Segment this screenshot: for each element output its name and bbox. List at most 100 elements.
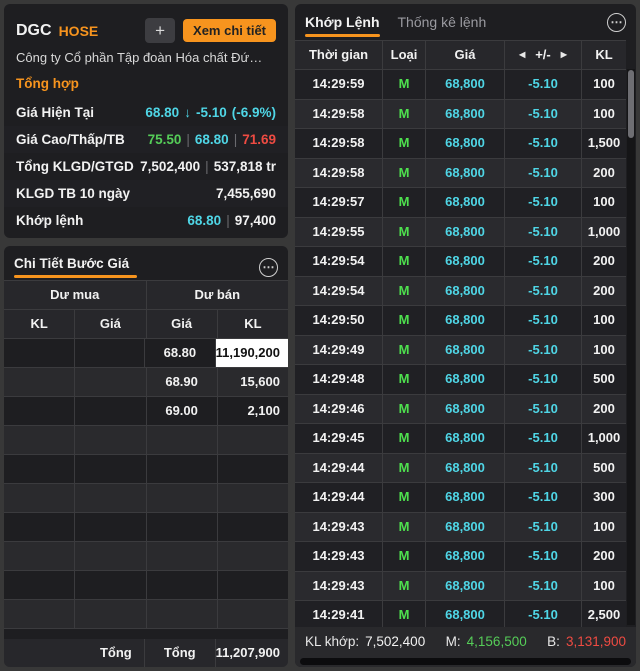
buy-price-cell[interactable] bbox=[75, 571, 145, 599]
add-to-watchlist-button[interactable]: + bbox=[145, 18, 175, 43]
trade-price: 68,800 bbox=[426, 513, 504, 542]
sell-volume-cell[interactable] bbox=[218, 600, 288, 628]
sell-price-cell[interactable] bbox=[147, 426, 217, 454]
trade-price: 68,800 bbox=[426, 572, 504, 601]
trade-row[interactable]: 14:29:50 M 68,800 -5.10 100 bbox=[295, 306, 626, 336]
trade-time: 14:29:55 bbox=[295, 218, 382, 247]
trade-row[interactable]: 14:29:41 M 68,800 -5.10 2,500 bbox=[295, 601, 626, 627]
company-name: Công ty Cổ phần Tập đoàn Hóa chất Đứ… bbox=[4, 45, 288, 67]
trades-rows: 14:29:59 M 68,800 -5.10 100 14:29:58 M 6… bbox=[295, 70, 636, 627]
buy-price-cell[interactable] bbox=[75, 397, 145, 425]
arrow-left-icon[interactable]: ◀ bbox=[519, 41, 525, 69]
sell-volume-cell[interactable]: 11,190,200 bbox=[216, 339, 288, 367]
sell-price-cell[interactable]: 69.00 bbox=[147, 397, 217, 425]
buy-volume-cell[interactable] bbox=[4, 426, 74, 454]
sell-price-cell[interactable] bbox=[147, 513, 217, 541]
buy-volume-cell[interactable] bbox=[4, 513, 74, 541]
trade-row[interactable]: 14:29:57 M 68,800 -5.10 100 bbox=[295, 188, 626, 218]
tab-order-statistics[interactable]: Thống kê lệnh bbox=[398, 4, 487, 40]
buy-price-cell[interactable] bbox=[75, 455, 145, 483]
buy-volume-cell[interactable] bbox=[4, 455, 74, 483]
buy-price-cell[interactable] bbox=[75, 513, 145, 541]
buy-price-cell[interactable] bbox=[75, 542, 145, 570]
trade-time: 14:29:48 bbox=[295, 365, 382, 394]
buy-price-cell[interactable] bbox=[75, 484, 145, 512]
buy-price-cell[interactable] bbox=[75, 339, 145, 367]
trade-type: M bbox=[383, 601, 425, 627]
row-label: Tổng KLGD/GTGD bbox=[16, 159, 134, 174]
trade-row[interactable]: 14:29:58 M 68,800 -5.10 100 bbox=[295, 100, 626, 130]
trade-row[interactable]: 14:29:48 M 68,800 -5.10 500 bbox=[295, 365, 626, 395]
trade-row[interactable]: 14:29:58 M 68,800 -5.10 200 bbox=[295, 159, 626, 189]
high-price: 75.50 bbox=[148, 132, 182, 147]
buy-side-header: Dư mua bbox=[4, 281, 146, 309]
buy-price-cell[interactable] bbox=[75, 600, 145, 628]
trade-row[interactable]: 14:29:54 M 68,800 -5.10 200 bbox=[295, 247, 626, 277]
trade-time: 14:29:54 bbox=[295, 247, 382, 276]
sell-price-cell[interactable] bbox=[147, 571, 217, 599]
arrow-right-icon[interactable]: ▶ bbox=[561, 41, 567, 69]
trade-row[interactable]: 14:29:44 M 68,800 -5.10 500 bbox=[295, 454, 626, 484]
row-value: 7,502,400 | 537,818 tr bbox=[140, 159, 276, 174]
horizontal-scrollbar[interactable] bbox=[300, 658, 631, 665]
buy-price-cell[interactable] bbox=[75, 368, 145, 396]
trade-row[interactable]: 14:29:55 M 68,800 -5.10 1,000 bbox=[295, 218, 626, 248]
right-column: Khớp Lệnh Thống kê lệnh ⋯ Thời gian Loại… bbox=[295, 4, 636, 667]
depth-column-header: KL Giá Giá KL bbox=[4, 310, 288, 339]
sell-volume-cell[interactable]: 2,100 bbox=[218, 397, 288, 425]
trade-volume: 1,500 bbox=[582, 129, 626, 158]
sell-volume-cell[interactable] bbox=[218, 426, 288, 454]
trade-volume: 1,000 bbox=[582, 218, 626, 247]
sell-price-cell[interactable] bbox=[147, 484, 217, 512]
trade-row[interactable]: 14:29:58 M 68,800 -5.10 1,500 bbox=[295, 129, 626, 159]
vertical-scrollbar[interactable] bbox=[628, 70, 634, 138]
trade-price: 68,800 bbox=[426, 395, 504, 424]
trade-row[interactable]: 14:29:49 M 68,800 -5.10 100 bbox=[295, 336, 626, 366]
sell-price-cell[interactable] bbox=[147, 600, 217, 628]
trade-volume: 100 bbox=[582, 100, 626, 129]
buy-volume-cell[interactable] bbox=[4, 600, 74, 628]
sell-volume-cell[interactable] bbox=[218, 542, 288, 570]
row-label: Khớp lệnh bbox=[16, 213, 83, 228]
ellipsis-menu-icon[interactable]: ⋯ bbox=[607, 13, 626, 32]
trade-type: M bbox=[383, 513, 425, 542]
sell-price-cell[interactable]: 68.90 bbox=[147, 368, 217, 396]
view-details-button[interactable]: Xem chi tiết bbox=[183, 19, 276, 42]
trade-type: M bbox=[383, 365, 425, 394]
buy-volume-cell[interactable] bbox=[4, 339, 74, 367]
buy-volume-cell[interactable] bbox=[4, 571, 74, 599]
ellipsis-menu-icon[interactable]: ⋯ bbox=[259, 258, 278, 277]
buy-volume-cell[interactable] bbox=[4, 397, 74, 425]
trade-row[interactable]: 14:29:44 M 68,800 -5.10 300 bbox=[295, 483, 626, 513]
sell-price-cell[interactable] bbox=[147, 455, 217, 483]
trade-row[interactable]: 14:29:46 M 68,800 -5.10 200 bbox=[295, 395, 626, 425]
depth-row bbox=[4, 513, 288, 542]
trade-row[interactable]: 14:29:59 M 68,800 -5.10 100 bbox=[295, 70, 626, 100]
buy-volume-cell[interactable] bbox=[4, 542, 74, 570]
sell-volume-cell[interactable] bbox=[218, 484, 288, 512]
sell-volume-cell[interactable] bbox=[218, 455, 288, 483]
trade-price: 68,800 bbox=[426, 365, 504, 394]
tab-overview[interactable]: Tổng hợp bbox=[4, 67, 288, 99]
sell-volume-cell[interactable] bbox=[218, 513, 288, 541]
trade-row[interactable]: 14:29:43 M 68,800 -5.10 100 bbox=[295, 513, 626, 543]
trade-row[interactable]: 14:29:43 M 68,800 -5.10 100 bbox=[295, 572, 626, 602]
trade-row[interactable]: 14:29:54 M 68,800 -5.10 200 bbox=[295, 277, 626, 307]
separator: | bbox=[234, 132, 238, 147]
sell-price-cell[interactable]: 68.80 bbox=[145, 339, 215, 367]
sell-price-cell[interactable] bbox=[147, 542, 217, 570]
tab-matched-orders[interactable]: Khớp Lệnh bbox=[305, 4, 380, 40]
sell-volume-cell[interactable]: 15,600 bbox=[218, 368, 288, 396]
trade-time: 14:29:43 bbox=[295, 542, 382, 571]
trade-volume: 100 bbox=[582, 513, 626, 542]
buy-price-cell[interactable] bbox=[75, 426, 145, 454]
buy-volume-cell[interactable] bbox=[4, 484, 74, 512]
trade-row[interactable]: 14:29:45 M 68,800 -5.10 1,000 bbox=[295, 424, 626, 454]
stock-symbol: DGC bbox=[16, 22, 52, 40]
type-column-header: Loại bbox=[383, 41, 425, 69]
buy-volume-cell[interactable] bbox=[4, 368, 74, 396]
trade-row[interactable]: 14:29:43 M 68,800 -5.10 200 bbox=[295, 542, 626, 572]
trade-volume: 200 bbox=[582, 247, 626, 276]
sell-volume-cell[interactable] bbox=[218, 571, 288, 599]
summary-row-current-price: Giá Hiện Tại 68.80 ↓ -5.10 (-6.9%) bbox=[4, 99, 288, 126]
